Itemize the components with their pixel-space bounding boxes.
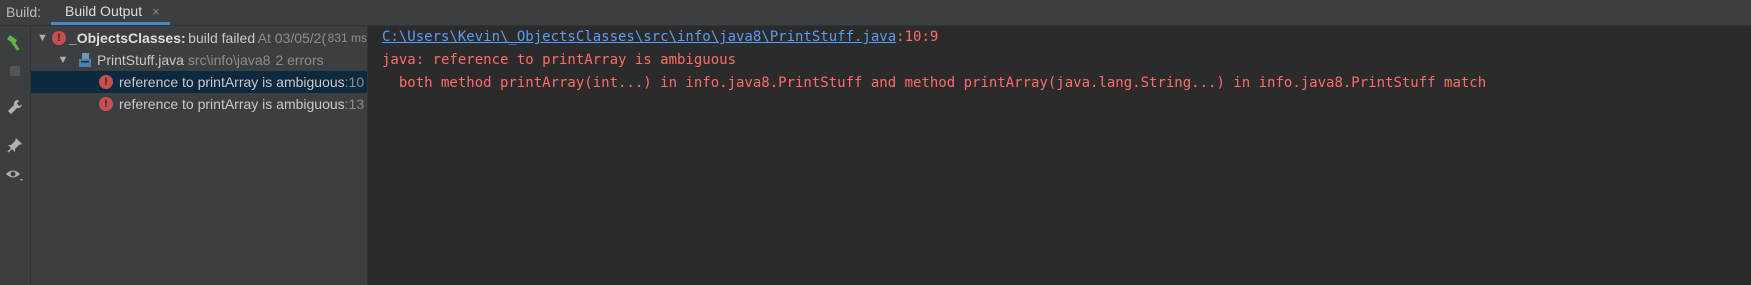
error-message: reference to printArray is ambiguous [119, 74, 345, 90]
error-message: reference to printArray is ambiguous [119, 96, 345, 112]
eye-icon[interactable] [4, 164, 26, 186]
file-name: PrintStuff.java [97, 52, 184, 68]
build-label: Build: [6, 4, 42, 20]
source-position: :10:9 [896, 29, 939, 45]
error-line: :10 [344, 74, 365, 90]
build-tool-strip [0, 26, 31, 285]
error-icon: ! [99, 75, 113, 89]
pin-icon[interactable] [4, 134, 26, 156]
tab-build-output-label: Build Output [65, 3, 143, 19]
error-line: :13 [344, 96, 365, 112]
chevron-down-icon[interactable]: ▼ [37, 32, 48, 44]
tree-row-error[interactable]: ! reference to printArray is ambiguous :… [31, 93, 367, 115]
build-console[interactable]: C:\Users\Kevin\_ObjectsClasses\src\info\… [368, 26, 1751, 285]
build-tree: ▼ ! _ObjectsClasses: build failed At 03/… [31, 26, 368, 285]
console-location-line: C:\Users\Kevin\_ObjectsClasses\src\info\… [382, 29, 938, 45]
tree-row-file[interactable]: ▼ PrintStuff.java src\info\java8 2 error… [31, 49, 367, 71]
error-icon: ! [51, 31, 66, 45]
console-error-detail: both method printArray(int...) in info.j… [382, 75, 1487, 91]
stop-icon[interactable] [4, 60, 26, 82]
close-icon[interactable]: × [152, 4, 160, 19]
file-path: src\info\java8 [187, 52, 271, 68]
file-error-count: 2 errors [275, 52, 324, 68]
build-status: build failed [188, 30, 256, 46]
build-time: At 03/05/2( [257, 30, 327, 46]
source-file-link[interactable]: C:\Users\Kevin\_ObjectsClasses\src\info\… [382, 29, 896, 45]
build-duration: 831 ms [327, 31, 367, 45]
tree-row-error[interactable]: ! reference to printArray is ambiguous :… [31, 71, 367, 93]
error-icon: ! [99, 97, 113, 111]
tree-row-root[interactable]: ▼ ! _ObjectsClasses: build failed At 03/… [31, 27, 367, 49]
project-name: _ObjectsClasses: [68, 30, 186, 46]
wrench-icon[interactable] [4, 96, 26, 118]
hammer-icon[interactable] [4, 32, 26, 54]
java-file-icon [77, 52, 93, 68]
chevron-down-icon[interactable]: ▼ [57, 54, 69, 66]
console-error-line: java: reference to printArray is ambiguo… [382, 52, 737, 68]
tab-build-output[interactable]: Build Output × [51, 0, 170, 25]
build-toolwindow-header: Build: Build Output × [0, 0, 1751, 26]
